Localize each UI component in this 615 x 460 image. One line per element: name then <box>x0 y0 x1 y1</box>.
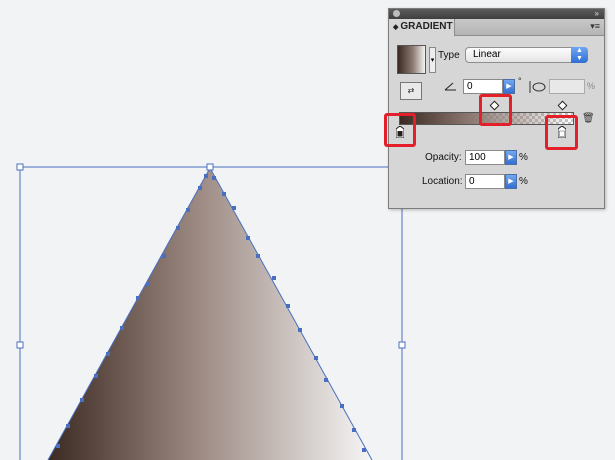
tab-gradient-label: GRADIENT <box>400 21 453 32</box>
location-unit: % <box>519 176 528 187</box>
location-label: Location: <box>422 176 463 187</box>
panel-tab-row: ◆ GRADIENT ▾≡ <box>389 19 604 36</box>
trash-icon[interactable]: 🗑 <box>582 113 595 124</box>
angle-dropdown-button[interactable]: ▶ <box>503 79 515 94</box>
highlight-start-stop <box>384 113 416 147</box>
gradient-midpoint-2[interactable] <box>557 100 568 111</box>
swatch-dropdown-icon[interactable]: ▾ <box>429 47 436 73</box>
reverse-gradient-button[interactable]: ⇄ <box>400 82 422 100</box>
close-icon[interactable] <box>393 10 400 17</box>
panel-menu-icon[interactable]: ▾≡ <box>590 21 600 32</box>
opacity-label: Opacity: <box>425 152 462 163</box>
opacity-value: 100 <box>469 152 486 163</box>
angle-value: 0 <box>467 81 473 92</box>
opacity-input[interactable]: 100 <box>465 150 505 165</box>
location-value: 0 <box>469 176 475 187</box>
location-dropdown-button[interactable]: ▶ <box>505 174 517 189</box>
gradient-triangle[interactable] <box>48 168 372 460</box>
gradient-swatch[interactable] <box>397 45 426 74</box>
angle-input[interactable]: 0 <box>463 79 503 94</box>
panel-titlebar[interactable]: » <box>389 9 604 19</box>
aspect-ratio-icon <box>529 81 546 93</box>
angle-unit: ° <box>518 76 522 86</box>
highlight-midpoint <box>479 94 512 126</box>
highlight-end-stop <box>545 115 578 150</box>
aspect-ratio-input[interactable] <box>549 79 585 94</box>
up-down-arrows-icon[interactable]: ▲ ▼ <box>571 47 588 63</box>
location-input[interactable]: 0 <box>465 174 505 189</box>
opacity-dropdown-button[interactable]: ▶ <box>505 150 517 165</box>
type-select[interactable]: Linear ▲ ▼ <box>465 47 588 63</box>
angle-icon <box>444 82 456 91</box>
opacity-unit: % <box>519 152 528 163</box>
aspect-ratio-unit: % <box>587 81 596 91</box>
tab-arrows-icon: ◆ <box>393 24 399 31</box>
double-chevron-icon[interactable]: » <box>595 9 599 18</box>
type-select-value: Linear <box>473 49 501 60</box>
type-label: Type <box>438 50 460 61</box>
tab-gradient[interactable]: ◆ GRADIENT <box>389 19 455 36</box>
